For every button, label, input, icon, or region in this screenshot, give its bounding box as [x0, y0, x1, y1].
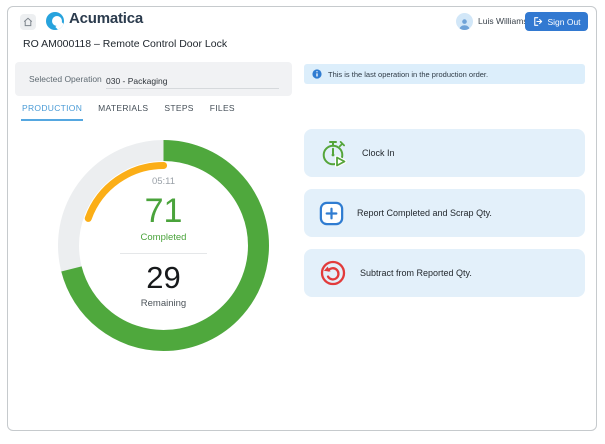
tab-steps[interactable]: STEPS: [163, 99, 194, 121]
subtract-qty-button[interactable]: Subtract from Reported Qty.: [304, 249, 585, 297]
remaining-label: Remaining: [58, 298, 269, 309]
app-window: Acumatica Luis Williams Sign Out RO AM00…: [7, 6, 597, 431]
undo-icon: [319, 259, 347, 287]
completed-label: Completed: [58, 232, 269, 243]
report-qty-label: Report Completed and Scrap Qty.: [357, 208, 492, 218]
report-qty-button[interactable]: Report Completed and Scrap Qty.: [304, 189, 585, 237]
sign-out-button[interactable]: Sign Out: [525, 12, 588, 31]
brand-wordmark: Acumatica: [69, 10, 143, 27]
tab-bar: PRODUCTION MATERIALS STEPS FILES: [21, 99, 236, 121]
subtract-qty-label: Subtract from Reported Qty.: [360, 268, 472, 278]
plus-icon: [319, 201, 344, 226]
home-button[interactable]: [20, 14, 36, 30]
operation-value: 030 - Packaging: [106, 76, 167, 86]
completed-value: 71: [58, 192, 269, 231]
timer-value: 05:11: [58, 176, 269, 187]
user-avatar[interactable]: [456, 13, 473, 30]
info-icon: [312, 69, 322, 79]
production-donut-chart: 05:11 71 Completed 29 Remaining: [58, 140, 269, 351]
selected-operation-bar: Selected Operation 030 - Packaging: [15, 62, 292, 96]
info-banner-text: This is the last operation in the produc…: [328, 70, 488, 79]
tab-materials[interactable]: MATERIALS: [97, 99, 149, 121]
page-title: RO AM000118 – Remote Control Door Lock: [23, 38, 227, 50]
tab-production[interactable]: PRODUCTION: [21, 99, 83, 121]
info-banner: This is the last operation in the produc…: [304, 64, 585, 84]
stopwatch-icon: [319, 138, 349, 168]
clock-in-button[interactable]: Clock In: [304, 129, 585, 177]
person-icon: [458, 18, 471, 30]
sign-out-icon: [532, 16, 543, 27]
sign-out-label: Sign Out: [547, 17, 580, 27]
clock-in-label: Clock In: [362, 148, 395, 158]
operation-label: Selected Operation: [29, 74, 102, 84]
tab-files[interactable]: FILES: [209, 99, 236, 121]
operation-select[interactable]: 030 - Packaging: [106, 71, 279, 89]
remaining-value: 29: [58, 260, 269, 296]
acumatica-logo-icon: [46, 12, 64, 30]
home-icon: [23, 17, 33, 27]
center-divider: [120, 253, 207, 254]
user-name: Luis Williams: [478, 16, 528, 26]
